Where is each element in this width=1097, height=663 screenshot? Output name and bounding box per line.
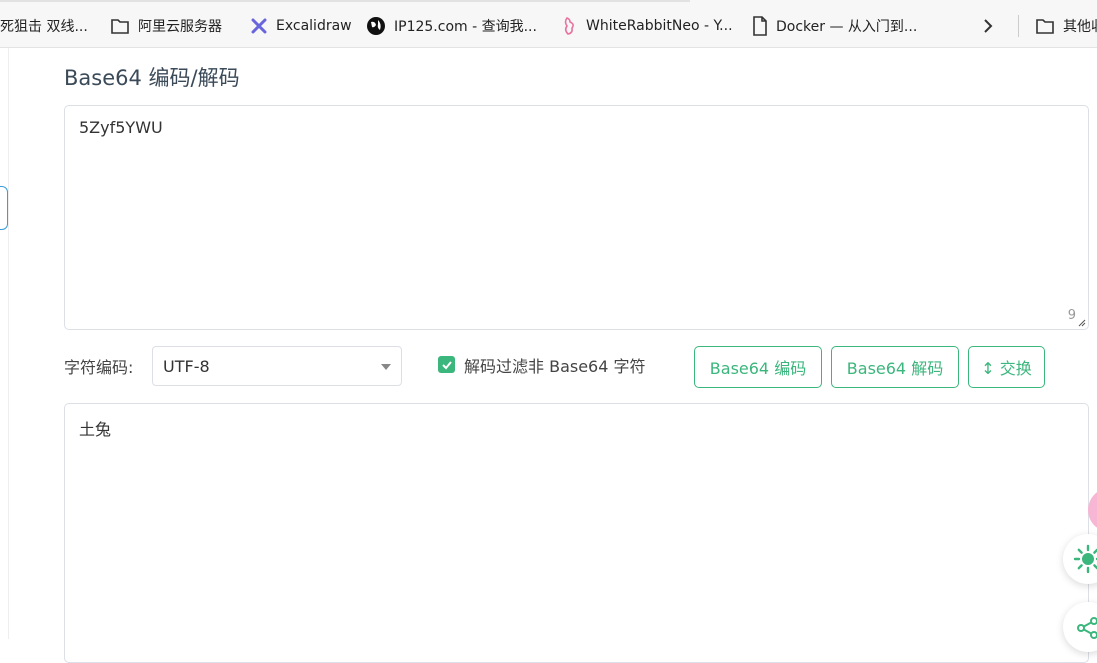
bookmark-label: IP125.com - 查询我... — [394, 19, 537, 35]
encode-button[interactable]: Base64 编码 — [694, 346, 822, 388]
bookmark-docker[interactable]: Docker — 从入门到... — [752, 15, 937, 37]
floating-assistant-button[interactable] — [1088, 488, 1097, 532]
bookmark-label: Excalidraw — [276, 18, 352, 34]
tab-progress-line — [0, 0, 690, 2]
bookmark-item[interactable]: 死狙击 双线... — [0, 15, 92, 37]
bookmark-ip125[interactable]: IP125.com - 查询我... — [366, 15, 546, 37]
filter-checkbox-label[interactable]: 解码过滤非 Base64 字符 — [464, 353, 646, 377]
bookmark-label: 其他收 — [1063, 19, 1097, 35]
sidebar-edge — [0, 48, 9, 639]
rabbit-icon — [564, 17, 574, 35]
chevron-right-icon — [984, 19, 993, 33]
filter-checkbox[interactable] — [438, 356, 455, 373]
globe-icon — [367, 17, 385, 35]
share-icon — [1077, 617, 1097, 639]
bookmark-folder-other[interactable]: 其他收 — [1035, 15, 1097, 37]
bookmarks-divider — [1018, 15, 1019, 37]
page-title: Base64 编码/解码 — [64, 66, 240, 90]
folder-icon — [1036, 19, 1054, 34]
folder-icon — [111, 19, 129, 34]
caret-down-icon — [381, 364, 391, 370]
encoding-selected-value: UTF-8 — [163, 356, 210, 376]
bookmark-folder-aliyun[interactable]: 阿里云服务器 — [110, 15, 240, 37]
sun-icon — [1073, 544, 1097, 574]
excalidraw-icon — [251, 18, 267, 34]
bookmark-label: Docker — 从入门到... — [776, 19, 918, 35]
encoding-label: 字符编码: — [64, 358, 134, 377]
bookmark-excalidraw[interactable]: Excalidraw — [250, 15, 360, 37]
swap-button[interactable]: ↕ 交换 — [968, 346, 1045, 388]
bookmark-label: 阿里云服务器 — [138, 19, 222, 35]
input-text: 5Zyf5YWU — [79, 118, 163, 137]
document-icon — [753, 16, 767, 36]
check-icon — [441, 360, 452, 369]
bookmark-label: WhiteRabbitNeo - Y... — [586, 18, 733, 34]
encoding-select[interactable]: UTF-8 — [152, 346, 402, 386]
output-textarea[interactable]: 土兔 — [64, 403, 1089, 663]
bookmarks-overflow-button[interactable] — [982, 15, 1000, 37]
sidebar-toggle-tab[interactable] — [0, 186, 8, 230]
decode-button[interactable]: Base64 解码 — [831, 346, 959, 388]
bookmarks-bar: 死狙击 双线... 阿里云服务器 Excalidraw IP125.com - … — [0, 0, 1097, 48]
output-text: 土兔 — [79, 420, 112, 439]
bookmark-whiterabbitneo[interactable]: WhiteRabbitNeo - Y... — [560, 15, 740, 37]
bookmark-label: 死狙击 双线... — [0, 19, 88, 35]
input-textarea[interactable]: 5Zyf5YWU 9 — [64, 105, 1089, 330]
resize-handle-icon[interactable] — [1078, 319, 1086, 327]
input-char-count: 9 — [1067, 308, 1076, 323]
